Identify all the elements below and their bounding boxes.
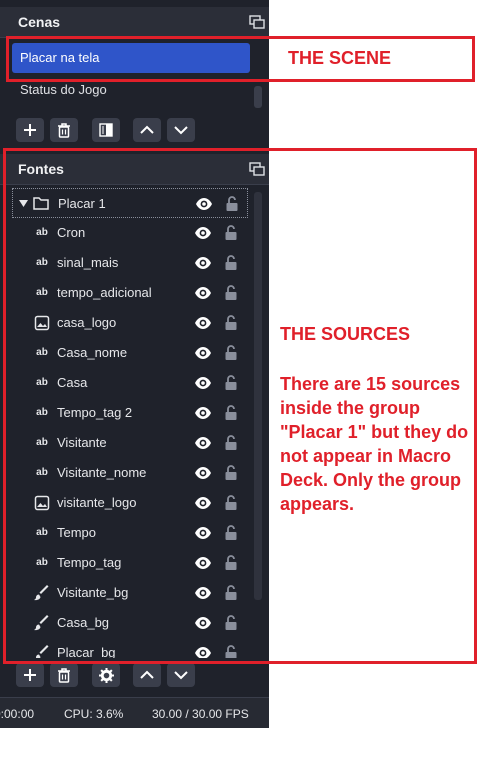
undock-icon[interactable] — [249, 15, 265, 29]
plus-icon — [24, 124, 36, 136]
scene-annotation-label: THE SCENE — [288, 48, 392, 68]
gear-icon — [98, 667, 114, 683]
fps-readout: 30.00 / 30.00 FPS — [152, 707, 249, 721]
plus-icon — [24, 669, 36, 681]
source-properties-button[interactable] — [92, 663, 120, 687]
scenes-dock-header: Cenas — [0, 7, 269, 38]
chevron-up-icon — [140, 670, 154, 679]
move-source-down-button[interactable] — [167, 663, 195, 687]
chevron-up-icon — [140, 125, 154, 134]
cpu-usage: CPU: 3.6% — [64, 707, 124, 721]
move-scene-down-button[interactable] — [167, 118, 195, 142]
remove-scene-button[interactable] — [50, 118, 78, 142]
remove-source-button[interactable] — [50, 663, 78, 687]
scene-highlight-box — [6, 36, 475, 82]
add-scene-button[interactable] — [16, 118, 44, 142]
chevron-down-icon — [174, 671, 188, 680]
chevron-down-icon — [174, 126, 188, 135]
add-source-button[interactable] — [16, 663, 44, 687]
stream-time: 0:00:00 — [0, 707, 35, 721]
trash-icon — [58, 122, 70, 138]
status-bar: 0:00:00 CPU: 3.6% 30.00 / 30.00 FPS — [0, 697, 269, 728]
sources-annotation-note: There are 15 sources inside the group "P… — [280, 374, 469, 514]
scenes-scrollbar[interactable] — [254, 86, 262, 108]
trash-icon — [58, 667, 70, 683]
scenes-dock-title: Cenas — [18, 14, 61, 30]
move-scene-up-button[interactable] — [133, 118, 161, 142]
scene-filters-button[interactable] — [92, 118, 120, 142]
filter-icon — [99, 123, 113, 137]
move-source-up-button[interactable] — [133, 663, 161, 687]
sources-annotation-label: THE SOURCES — [280, 324, 411, 344]
